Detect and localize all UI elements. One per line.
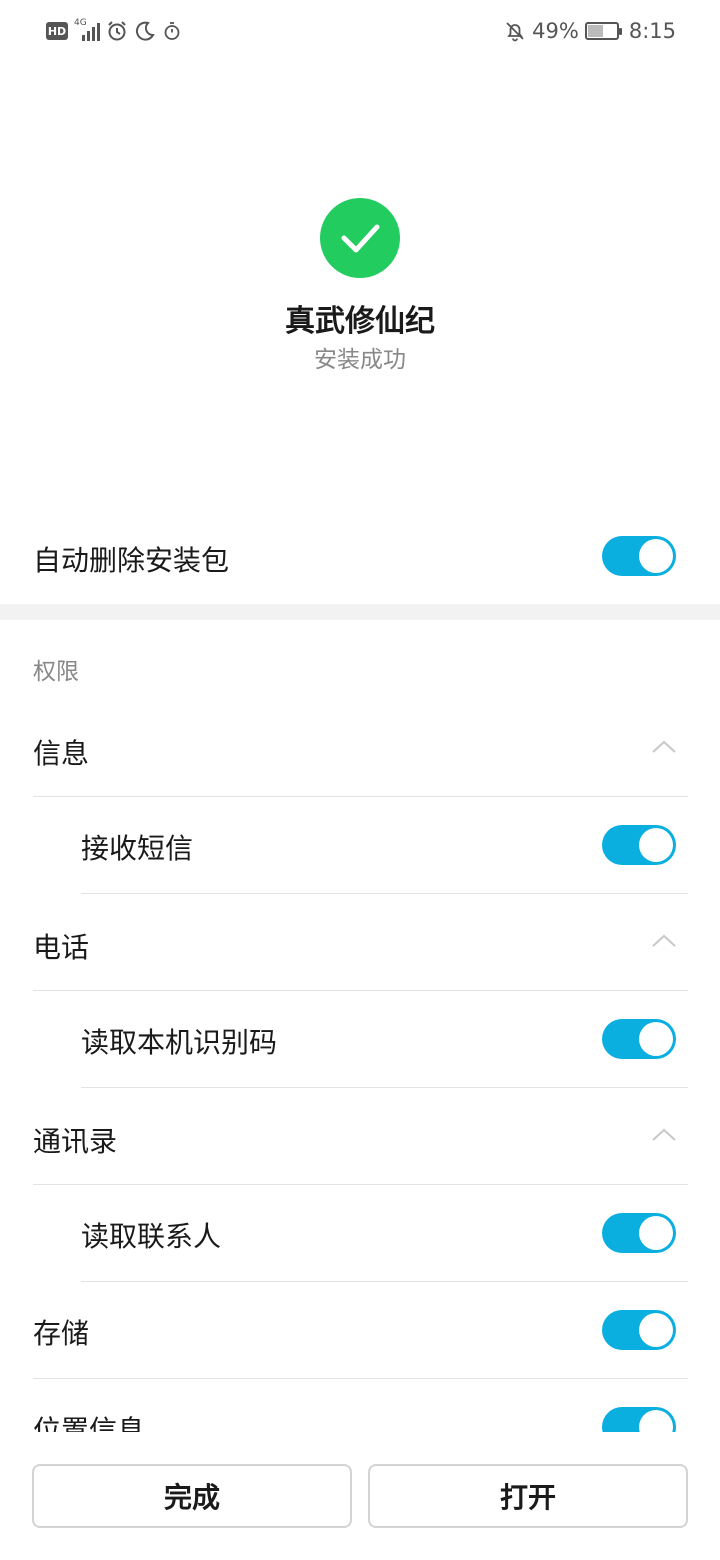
signal-icon: 4G xyxy=(74,19,100,41)
permission-group-phone[interactable]: 电话 xyxy=(0,894,720,991)
permission-storage[interactable]: 存储 xyxy=(0,1282,720,1379)
status-icons-left: HD 4G xyxy=(46,18,182,44)
bottom-action-bar: 完成 打开 xyxy=(0,1432,720,1560)
timer-icon xyxy=(164,22,180,40)
permission-item-read-device-id[interactable]: 读取本机识别码 xyxy=(0,991,720,1088)
open-button[interactable]: 打开 xyxy=(368,1464,688,1528)
success-check-icon xyxy=(320,198,400,278)
permissions-list[interactable]: 信息 接收短信 电话 读取本机识别码 通讯录 读取联系人 存储 位置信息 xyxy=(0,700,720,1432)
bell-off-icon xyxy=(506,22,524,42)
status-icons-right: 49% 8:15 xyxy=(504,18,676,44)
permission-group-label: 通讯录 xyxy=(33,1125,118,1158)
permission-group-label: 存储 xyxy=(33,1317,90,1350)
chevron-up-icon[interactable] xyxy=(650,928,678,956)
section-divider xyxy=(0,604,720,620)
moon-icon xyxy=(135,21,155,41)
read-contacts-toggle[interactable] xyxy=(602,1213,676,1253)
chevron-up-icon[interactable] xyxy=(650,734,678,762)
auto-delete-row[interactable]: 自动删除安装包 xyxy=(0,510,720,604)
auto-delete-label: 自动删除安装包 xyxy=(33,544,230,577)
permission-group-label: 位置信息 xyxy=(33,1414,146,1432)
alarm-icon xyxy=(108,21,126,41)
status-bar: HD 4G 49% 8:15 xyxy=(0,0,720,62)
location-toggle[interactable] xyxy=(602,1407,676,1432)
hd-icon: HD xyxy=(46,22,68,40)
chevron-up-icon[interactable] xyxy=(650,1122,678,1150)
app-name: 真武修仙纪 xyxy=(285,304,435,339)
permission-item-read-contacts[interactable]: 读取联系人 xyxy=(0,1185,720,1282)
permission-group-label: 信息 xyxy=(33,737,90,770)
storage-toggle[interactable] xyxy=(602,1310,676,1350)
permission-group-contacts[interactable]: 通讯录 xyxy=(0,1088,720,1185)
clock: 8:15 xyxy=(628,19,676,43)
done-button[interactable]: 完成 xyxy=(32,1464,352,1528)
permission-item-receive-sms[interactable]: 接收短信 xyxy=(0,797,720,894)
install-status: 安装成功 xyxy=(314,347,406,373)
auto-delete-toggle[interactable] xyxy=(602,536,676,576)
permission-location[interactable]: 位置信息 xyxy=(0,1379,720,1432)
permission-group-label: 电话 xyxy=(33,931,90,964)
read-device-id-toggle[interactable] xyxy=(602,1019,676,1059)
permission-item-label: 接收短信 xyxy=(81,832,194,865)
permission-item-label: 读取联系人 xyxy=(81,1220,222,1253)
battery-percent: 49% xyxy=(532,19,579,43)
receive-sms-toggle[interactable] xyxy=(602,825,676,865)
permission-item-label: 读取本机识别码 xyxy=(81,1026,278,1059)
permission-group-messages[interactable]: 信息 xyxy=(0,700,720,797)
battery-icon xyxy=(584,22,622,40)
permissions-title: 权限 xyxy=(33,659,79,685)
